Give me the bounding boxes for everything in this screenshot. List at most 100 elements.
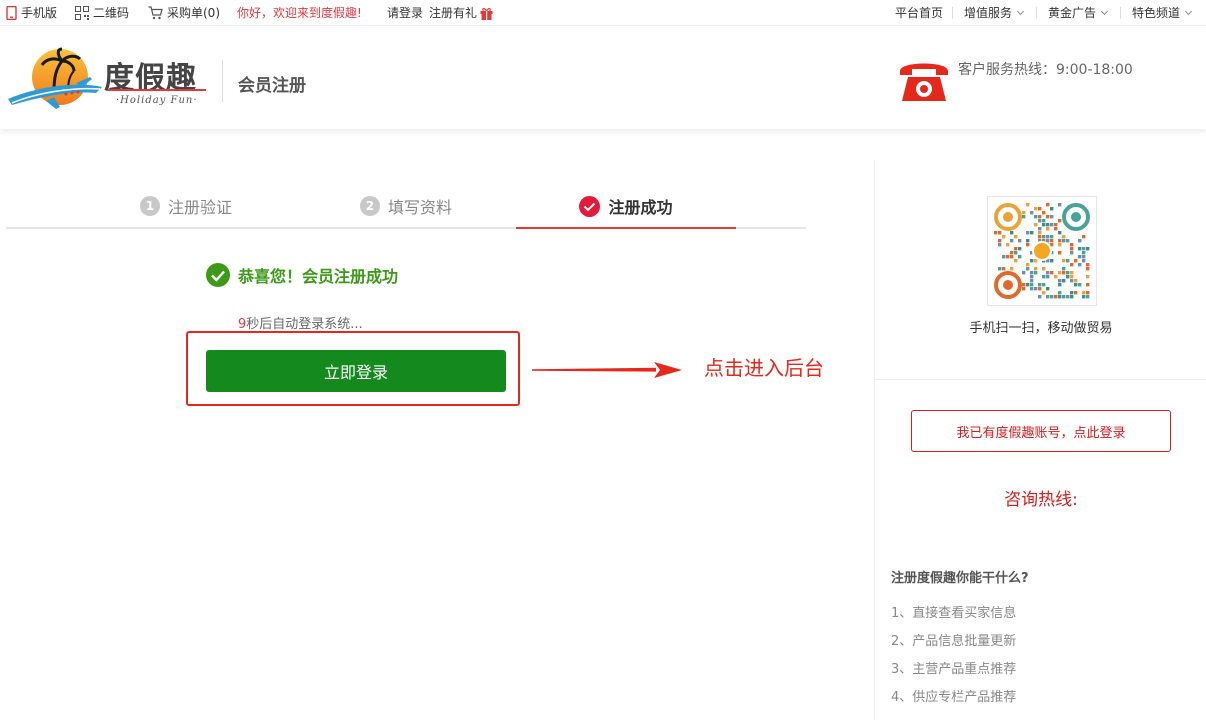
qr-module — [1082, 235, 1086, 239]
nav-value-services[interactable]: 增值服务 — [964, 0, 1025, 26]
qr-module — [1086, 295, 1090, 299]
header-divider — [222, 60, 223, 102]
qr-module — [1070, 279, 1074, 283]
qr-module — [1070, 271, 1074, 275]
qr-module — [1030, 279, 1034, 283]
auto-login-countdown: 9秒后自动登录系统... — [238, 313, 363, 332]
qr-module — [1070, 243, 1074, 247]
qr-module — [1034, 267, 1038, 271]
qr-module — [1026, 263, 1030, 267]
qr-module — [1026, 239, 1030, 243]
qr-module — [1070, 247, 1074, 251]
qr-module — [1038, 219, 1042, 223]
step-fill-info: 2 填写资料 — [326, 185, 486, 227]
qr-module — [1022, 215, 1026, 219]
qr-module — [1038, 231, 1042, 235]
benefits-title: 注册度假趣你能干什么? — [891, 571, 1029, 586]
qr-module — [1054, 275, 1058, 279]
qr-module — [1058, 219, 1062, 223]
qr-module — [1034, 215, 1038, 219]
qr-module — [1010, 231, 1014, 235]
qr-caption: 手机扫一扫，移动做贸易 — [969, 321, 1113, 336]
qr-module — [1002, 255, 1006, 259]
page-title: 会员注册 — [238, 76, 306, 96]
qr-module — [998, 267, 1002, 271]
register-gift-link[interactable]: 注册有礼 — [429, 5, 497, 21]
qr-module — [1002, 235, 1006, 239]
nav-home[interactable]: 平台首页 — [895, 0, 943, 26]
qr-module — [1078, 239, 1082, 243]
qr-module — [1070, 295, 1074, 299]
qr-module — [1026, 283, 1030, 287]
qr-module — [1030, 275, 1034, 279]
qr-module — [1058, 295, 1062, 299]
qr-module — [1026, 243, 1030, 247]
qr-module — [1046, 203, 1050, 207]
qr-module — [1018, 255, 1022, 259]
qr-module — [1034, 271, 1038, 275]
qr-module — [1062, 239, 1066, 243]
benefit-item: 3、主营产品重点推荐 — [891, 662, 1017, 677]
qr-module — [1042, 219, 1046, 223]
qr-module — [1010, 267, 1014, 271]
qrcode-link[interactable]: 二维码 — [75, 5, 129, 21]
qr-module — [1034, 207, 1038, 211]
step-label: 注册验证 — [167, 198, 232, 217]
qr-module — [1046, 235, 1050, 239]
qr-module — [1086, 263, 1090, 267]
existing-account-login-button[interactable]: 我已有度假趣账号，点此登录 — [911, 410, 1171, 452]
qr-module — [1042, 223, 1046, 227]
qr-module — [1046, 271, 1050, 275]
step-verify: 1 注册验证 — [106, 185, 266, 227]
qr-module — [1054, 223, 1058, 227]
mobile-link-label: 手机版 — [21, 6, 58, 20]
qr-module — [1042, 275, 1046, 279]
header: 度假趣 ·Holiday Fun· 会员注册 客户服务热线：9:00-18:00 — [0, 27, 1206, 129]
qr-module — [1046, 295, 1050, 299]
qr-module — [1046, 215, 1050, 219]
mobile-link[interactable]: 手机版 — [6, 5, 57, 21]
qr-module — [1026, 267, 1030, 271]
qr-module — [1014, 251, 1018, 255]
nav-featured[interactable]: 特色频道 — [1132, 0, 1193, 26]
cart-link[interactable]: 采购单(0) — [148, 5, 220, 21]
qr-module — [994, 231, 998, 235]
qr-module — [1058, 283, 1062, 287]
step-label: 填写资料 — [387, 198, 452, 217]
qr-finder-dot — [1071, 212, 1081, 222]
qr-module — [1046, 227, 1050, 231]
qr-module — [1042, 291, 1046, 295]
qr-module — [1058, 231, 1062, 235]
qr-module — [1054, 295, 1058, 299]
qr-module — [1030, 283, 1034, 287]
qr-module — [1062, 235, 1066, 239]
sidebar-divider — [875, 379, 1206, 380]
qr-module — [1086, 267, 1090, 271]
qr-module — [1046, 275, 1050, 279]
qr-module — [1050, 235, 1054, 239]
nav-value-services-label: 增值服务 — [964, 6, 1013, 20]
qr-module — [1074, 291, 1078, 295]
benefit-item: 4、供应专栏产品推荐 — [891, 690, 1017, 705]
success-text: 恭喜您！会员注册成功 — [238, 267, 399, 286]
welcome-text: 你好，欢迎来到度假趣! — [237, 6, 362, 20]
qr-module — [1014, 235, 1018, 239]
arrow-right-icon — [532, 362, 682, 378]
login-now-button[interactable]: 立即登录 — [206, 350, 506, 392]
step-number: 1 — [139, 196, 160, 216]
qr-module — [1030, 271, 1034, 275]
qr-module — [1022, 271, 1026, 275]
qr-module — [1074, 259, 1078, 263]
nav-gold-ads[interactable]: 黄金广告 — [1048, 0, 1109, 26]
qrcode-icon — [75, 6, 89, 20]
qr-module — [1034, 287, 1038, 291]
telephone-icon — [900, 63, 948, 101]
qr-module — [1062, 295, 1066, 299]
logo-underline — [108, 89, 206, 91]
logo-tagline: ·Holiday Fun· — [116, 95, 198, 106]
login-link[interactable]: 请登录 — [387, 5, 423, 21]
qr-module — [1006, 243, 1010, 247]
qr-module — [1078, 247, 1082, 251]
qr-module — [1078, 263, 1082, 267]
consult-hotline: 咨询热线: — [1004, 490, 1078, 510]
